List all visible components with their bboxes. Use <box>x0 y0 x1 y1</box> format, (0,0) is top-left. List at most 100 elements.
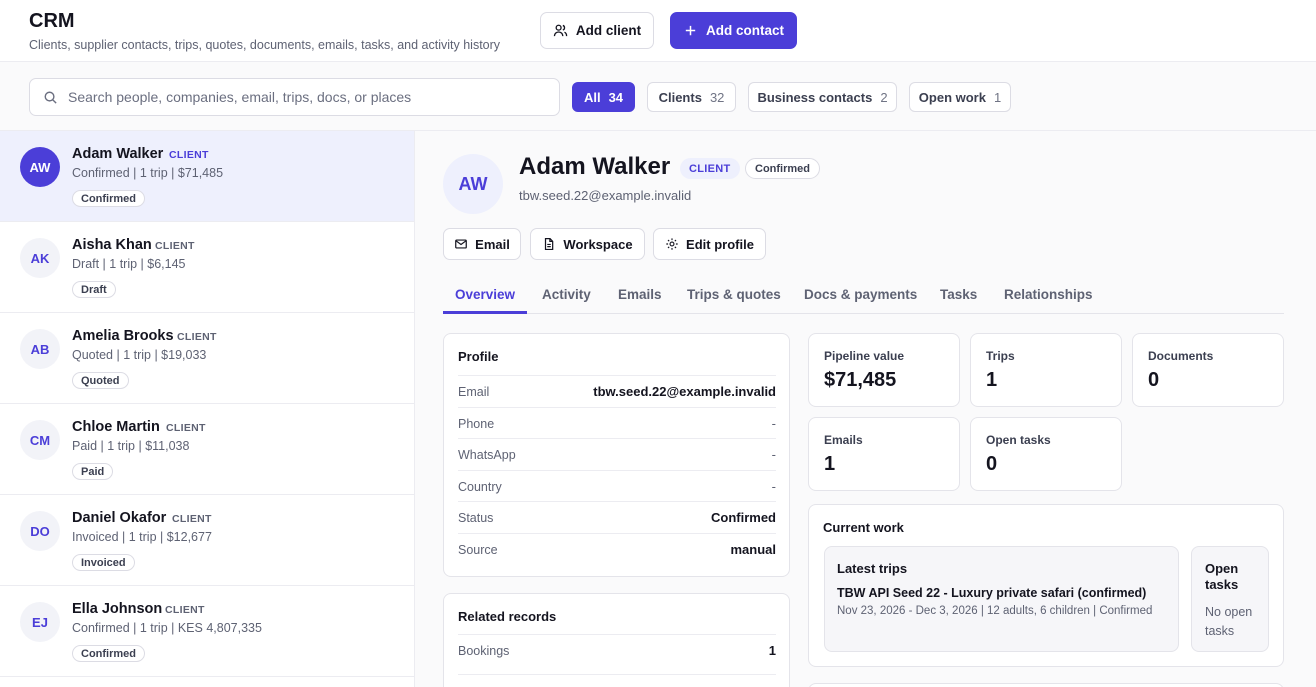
status-badge: Confirmed <box>72 645 145 662</box>
detail-email: tbw.seed.22@example.invalid <box>519 188 692 203</box>
page-title: CRM <box>29 10 75 32</box>
client-meta: Invoiced | 1 trip | $12,677 <box>72 530 212 544</box>
add-contact-button[interactable]: Add contact <box>670 12 797 49</box>
client-meta: Paid | 1 trip | $11,038 <box>72 439 190 453</box>
next-card <box>808 683 1284 687</box>
stat-open-tasks: Open tasks 0 <box>970 417 1122 491</box>
profile-card: Profile Email tbw.seed.22@example.invali… <box>443 333 790 577</box>
open-tasks-panel: Open tasks No open tasks <box>1191 546 1269 652</box>
field-value: - <box>771 479 776 494</box>
profile-row-email: Email tbw.seed.22@example.invalid <box>458 375 776 407</box>
client-name: Chloe Martin <box>72 419 160 435</box>
status-badge: Draft <box>72 281 116 298</box>
avatar: CM <box>20 420 60 460</box>
client-meta: Quoted | 1 trip | $19,033 <box>72 348 207 362</box>
client-meta: Draft | 1 trip | $6,145 <box>72 257 186 271</box>
gear-icon <box>666 238 678 250</box>
latest-trips-title: Latest trips <box>837 561 908 576</box>
client-type-tag: CLIENT <box>172 513 212 525</box>
client-type-tag: CLIENT <box>169 149 209 161</box>
field-label: Status <box>458 510 494 525</box>
filter-open-work[interactable]: Open work 1 <box>909 82 1011 112</box>
client-name: Adam Walker <box>72 146 164 162</box>
search-box <box>29 78 560 116</box>
stat-label: Trips <box>986 349 1015 363</box>
client-type-badge: CLIENT <box>680 158 740 179</box>
add-client-button[interactable]: Add client <box>540 12 654 49</box>
tab-overview[interactable]: Overview <box>455 287 515 302</box>
tab-emails[interactable]: Emails <box>618 287 662 302</box>
client-meta: Confirmed | 1 trip | $71,485 <box>72 166 224 180</box>
client-row[interactable]: AK Aisha Khan CLIENT Draft | 1 trip | $6… <box>0 222 414 313</box>
email-button[interactable]: Email <box>443 228 521 260</box>
open-tasks-title: Open tasks <box>1205 561 1239 592</box>
edit-profile-button[interactable]: Edit profile <box>653 228 766 260</box>
search-icon <box>44 91 57 104</box>
client-type-tag: CLIENT <box>166 422 206 434</box>
document-icon <box>545 237 554 251</box>
client-row[interactable]: AB Amelia Brooks CLIENT Quoted | 1 trip … <box>0 313 414 404</box>
workspace-button[interactable]: Workspace <box>530 228 645 260</box>
search-input[interactable] <box>68 89 538 105</box>
trip-meta: Nov 23, 2026 - Dec 3, 2026 | 12 adults, … <box>837 605 1153 617</box>
field-label: Country <box>458 479 502 494</box>
profile-row-whatsapp: WhatsApp - <box>458 438 776 470</box>
field-value: manual <box>730 542 776 557</box>
avatar: AW <box>443 154 503 214</box>
card-title: Current work <box>823 520 904 535</box>
avatar: DO <box>20 511 60 551</box>
field-label: WhatsApp <box>458 447 516 462</box>
avatar: AB <box>20 329 60 369</box>
field-label: Email <box>458 384 490 399</box>
tab-trips-quotes[interactable]: Trips & quotes <box>687 287 781 302</box>
status-badge: Confirmed <box>745 158 820 179</box>
client-row[interactable]: CM Chloe Martin CLIENT Paid | 1 trip | $… <box>0 404 414 495</box>
stat-value: 0 <box>1148 369 1160 391</box>
client-name: Amelia Brooks <box>72 328 174 344</box>
active-tab-indicator <box>443 311 527 314</box>
trip-name[interactable]: TBW API Seed 22 - Luxury private safari … <box>837 586 1146 600</box>
tab-tasks[interactable]: Tasks <box>940 287 977 302</box>
tab-activity[interactable]: Activity <box>542 287 591 302</box>
stat-label: Emails <box>824 433 863 447</box>
profile-row-country: Country - <box>458 470 776 502</box>
mail-icon <box>455 239 468 249</box>
client-row[interactable]: EJ Ella Johnson CLIENT Confirmed | 1 tri… <box>0 586 414 677</box>
stat-label: Documents <box>1148 349 1214 363</box>
filter-business-contacts[interactable]: Business contacts 2 <box>748 82 897 112</box>
field-value: 1 <box>768 643 776 658</box>
email-button-label: Email <box>475 236 510 252</box>
filter-label: Open work <box>918 89 986 105</box>
stat-label: Open tasks <box>986 433 1051 447</box>
field-value: Confirmed <box>711 510 776 525</box>
client-name: Ella Johnson <box>72 601 163 617</box>
tab-relationships[interactable]: Relationships <box>1004 287 1093 302</box>
status-badge: Quoted <box>72 372 129 389</box>
filter-bar: All 34 Clients 32 Business contacts 2 Op… <box>0 62 1316 131</box>
stat-emails: Emails 1 <box>808 417 960 491</box>
related-row-bookings: Bookings 1 <box>458 634 776 666</box>
filter-clients[interactable]: Clients 32 <box>647 82 736 112</box>
stat-value: 0 <box>986 453 998 475</box>
stat-value: $71,485 <box>824 369 897 391</box>
card-title: Related records <box>458 609 557 624</box>
tab-docs-payments[interactable]: Docs & payments <box>804 287 917 302</box>
stat-documents: Documents 0 <box>1132 333 1284 407</box>
avatar: AK <box>20 238 60 278</box>
avatar: AW <box>20 147 60 187</box>
latest-trips-panel[interactable]: Latest trips TBW API Seed 22 - Luxury pr… <box>824 546 1179 652</box>
client-meta: Confirmed | 1 trip | KES 4,807,335 <box>72 621 262 635</box>
client-detail: AW Adam Walker CLIENT Confirmed tbw.seed… <box>415 131 1316 687</box>
client-row[interactable]: DO Daniel Okafor CLIENT Invoiced | 1 tri… <box>0 495 414 586</box>
status-badge: Confirmed <box>72 190 145 207</box>
filter-all[interactable]: All 34 <box>572 82 635 112</box>
profile-row-source: Source manual <box>458 533 776 565</box>
app-header: CRM Clients, supplier contacts, trips, q… <box>0 0 1316 62</box>
filter-label: Clients <box>658 89 702 105</box>
detail-tabs: Overview Activity Emails Trips & quotes … <box>443 281 1284 314</box>
field-value: - <box>771 416 776 431</box>
open-tasks-empty: No open tasks <box>1205 605 1253 638</box>
client-row[interactable]: AW Adam Walker CLIENT Confirmed | 1 trip… <box>0 131 414 222</box>
detail-name: Adam Walker <box>519 153 671 180</box>
edit-profile-button-label: Edit profile <box>686 236 754 252</box>
